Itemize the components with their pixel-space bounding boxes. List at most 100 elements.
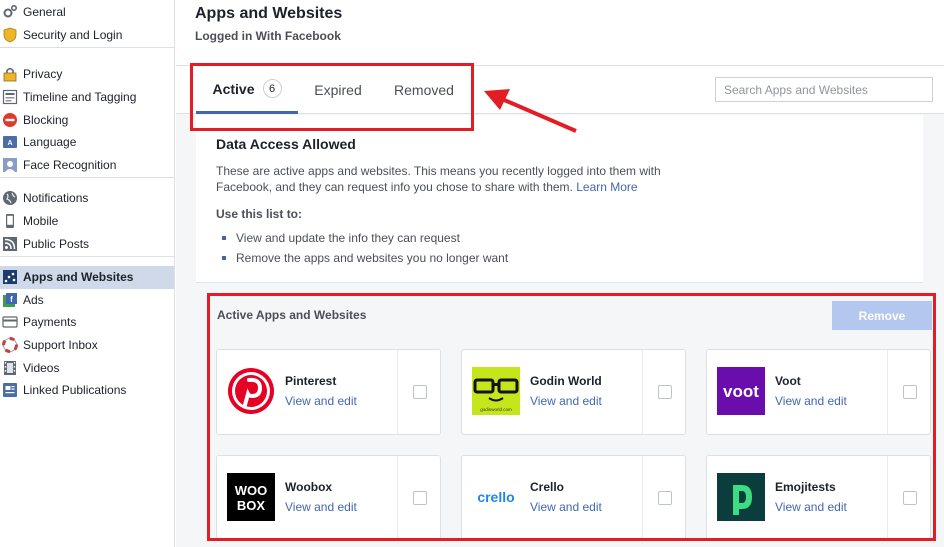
face-icon <box>2 157 18 173</box>
tab-active[interactable]: Active 6 <box>196 66 298 114</box>
select-checkbox[interactable] <box>413 491 427 505</box>
app-name: Godin World <box>530 374 602 388</box>
sidebar-group-account: General Security and Login <box>0 0 174 49</box>
svg-text:A: A <box>7 140 12 147</box>
select-checkbox[interactable] <box>658 385 672 399</box>
card-divider <box>887 350 888 434</box>
view-and-edit-link[interactable]: View and edit <box>285 394 357 408</box>
emojitests-logo <box>717 473 765 521</box>
voot-logo: voot <box>717 367 765 415</box>
crello-logo: crello <box>472 473 520 521</box>
app-card-godin-world[interactable]: godinworld.com Godin World View and edit <box>461 349 686 435</box>
view-and-edit-link[interactable]: View and edit <box>775 394 847 408</box>
bullet-icon <box>222 236 226 240</box>
voot-logo-text: voot <box>723 382 759 401</box>
pinterest-logo <box>227 367 275 415</box>
app-name: Emojitests <box>775 480 836 494</box>
sidebar-item-blocking[interactable]: Blocking <box>0 108 174 131</box>
active-apps-section: Active Apps and Websites Remove Pinteres… <box>196 284 944 547</box>
card-divider <box>642 350 643 434</box>
app-name: Crello <box>530 480 565 494</box>
view-and-edit-link[interactable]: View and edit <box>285 500 357 514</box>
sidebar-item-face-recognition[interactable]: Face Recognition <box>0 154 174 177</box>
tab-expired[interactable]: Expired <box>300 66 376 114</box>
app-card-crello[interactable]: crello Crello View and edit <box>461 455 686 541</box>
sidebar-item-payments[interactable]: Payments <box>0 311 174 334</box>
timeline-icon <box>2 89 18 105</box>
shield-icon <box>2 27 18 43</box>
card-divider <box>642 456 643 540</box>
rss-icon <box>2 236 18 252</box>
view-and-edit-link[interactable]: View and edit <box>775 500 847 514</box>
info-panel: Data Access Allowed These are active app… <box>196 115 923 283</box>
sidebar-item-label: Language <box>23 135 77 150</box>
apps-icon <box>2 269 18 285</box>
select-checkbox[interactable] <box>413 385 427 399</box>
svg-text:BOX: BOX <box>237 498 266 513</box>
sidebar-item-timeline[interactable]: Timeline and Tagging <box>0 86 174 109</box>
sidebar-item-linked-publications[interactable]: Linked Publications <box>0 379 174 402</box>
tab-label: Removed <box>394 82 454 98</box>
sidebar-item-apps-and-websites[interactable]: Apps and Websites <box>0 265 174 289</box>
block-icon <box>2 112 18 128</box>
language-icon: A <box>2 134 18 150</box>
sidebar-item-label: Blocking <box>23 112 69 127</box>
bullet-icon <box>222 256 226 260</box>
app-card-pinterest[interactable]: Pinterest View and edit <box>216 349 441 435</box>
app-card-voot[interactable]: voot Voot View and edit <box>706 349 931 435</box>
settings-sidebar: General Security and Login Privacy Timel… <box>0 0 175 547</box>
sidebar-item-videos[interactable]: Videos <box>0 356 174 379</box>
card-icon <box>2 314 18 330</box>
remove-button[interactable]: Remove <box>832 301 932 330</box>
sidebar-group-notifications: Notifications Mobile Public Posts <box>0 186 174 257</box>
sidebar-item-notifications[interactable]: Notifications <box>0 187 174 210</box>
card-divider <box>397 456 398 540</box>
sidebar-item-support-inbox[interactable]: Support Inbox <box>0 334 174 357</box>
sidebar-item-label: Ads <box>23 292 44 307</box>
sidebar-item-label: Face Recognition <box>23 157 117 172</box>
select-checkbox[interactable] <box>658 491 672 505</box>
app-card-woobox[interactable]: WOO BOX Woobox View and edit <box>216 455 441 541</box>
app-card-emojitests[interactable]: Emojitests View and edit <box>706 455 931 541</box>
sidebar-item-mobile[interactable]: Mobile <box>0 210 174 233</box>
tab-removed[interactable]: Removed <box>380 66 468 114</box>
bullet-text: Remove the apps and websites you no long… <box>236 251 509 265</box>
main-content: Apps and Websites Logged in With Faceboo… <box>176 0 944 547</box>
publications-icon <box>2 382 18 398</box>
svg-text:f: f <box>10 295 13 304</box>
sidebar-item-label: Security and Login <box>23 27 123 42</box>
view-and-edit-link[interactable]: View and edit <box>530 500 602 514</box>
info-bullet-list: View and update the info they can reques… <box>222 228 508 268</box>
ads-icon: f <box>2 292 18 308</box>
sidebar-item-label: General <box>23 5 66 20</box>
sidebar-item-general[interactable]: General <box>0 1 174 24</box>
learn-more-link[interactable]: Learn More <box>576 180 637 194</box>
film-icon <box>2 360 18 376</box>
view-and-edit-link[interactable]: View and edit <box>530 394 602 408</box>
sidebar-group-privacy: Privacy Timeline and Tagging Blocking A … <box>0 62 174 179</box>
sidebar-item-language[interactable]: A Language <box>0 131 174 154</box>
tab-bar: Active 6 Expired Removed <box>176 66 944 114</box>
globe-icon <box>2 190 18 206</box>
search-input[interactable] <box>715 77 933 102</box>
crello-logo-text: crello <box>477 489 514 505</box>
card-divider <box>887 456 888 540</box>
sidebar-group-apps: Apps and Websites f Ads Payments Support… <box>0 265 174 403</box>
info-description: These are active apps and websites. This… <box>216 163 686 195</box>
sidebar-item-label: Videos <box>23 360 60 375</box>
godin-world-logo: godinworld.com <box>472 367 520 415</box>
select-checkbox[interactable] <box>903 491 917 505</box>
page-subtitle: Logged in With Facebook <box>195 29 341 43</box>
godin-logo-text: godinworld.com <box>480 407 512 412</box>
tab-label: Expired <box>314 82 362 98</box>
sidebar-item-privacy[interactable]: Privacy <box>0 63 174 86</box>
sidebar-item-label: Mobile <box>23 214 59 229</box>
page-header: Apps and Websites Logged in With Faceboo… <box>176 0 944 66</box>
sidebar-item-public-posts[interactable]: Public Posts <box>0 232 174 255</box>
select-checkbox[interactable] <box>903 385 917 399</box>
app-name: Pinterest <box>285 374 337 388</box>
sidebar-item-label: Timeline and Tagging <box>23 90 137 105</box>
list-item: Remove the apps and websites you no long… <box>222 248 508 268</box>
sidebar-item-security[interactable]: Security and Login <box>0 24 174 47</box>
sidebar-item-ads[interactable]: f Ads <box>0 289 174 312</box>
